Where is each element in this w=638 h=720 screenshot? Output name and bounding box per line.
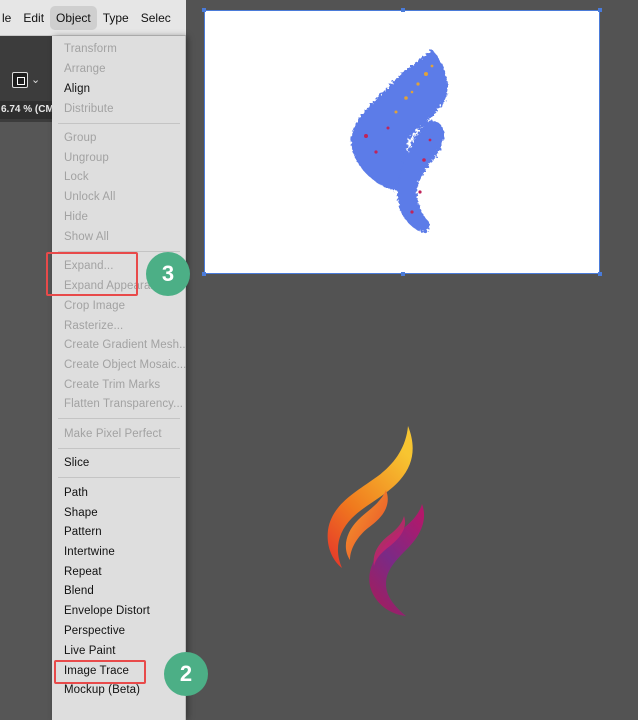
menu-item-show-all[interactable]: Show All [52,228,186,247]
artboard-handle[interactable] [202,272,206,276]
menu-item-live-paint[interactable]: Live Paint [52,642,186,661]
menu-item-arrange[interactable]: Arrange [52,60,186,79]
step-3-badge: 3 [146,252,190,296]
menu-separator [58,477,180,478]
artboard-handle[interactable] [401,272,405,276]
menu-item-intertwine[interactable]: Intertwine [52,543,186,562]
menu-item-hide[interactable]: Hide [52,208,186,227]
menu-item-crop-image[interactable]: Crop Image [52,297,186,316]
menu-file[interactable]: le [0,6,17,30]
menu-item-make-pixel-perfect[interactable]: Make Pixel Perfect [52,425,186,444]
chevron-down-icon[interactable]: ⌄ [31,73,40,86]
menu-object[interactable]: Object [50,5,97,30]
artboard-handle[interactable] [598,272,602,276]
menu-separator [58,418,180,419]
menu-item-group[interactable]: Group [52,129,186,148]
menu-item-slice[interactable]: Slice [52,454,186,473]
expand-highlight [46,252,138,296]
artboard-handle[interactable] [401,8,405,12]
menu-item-path[interactable]: Path [52,484,186,503]
menu-item-flatten-transparency[interactable]: Flatten Transparency... [52,395,186,414]
menu-separator [58,448,180,449]
menu-item-create-object-mosaic[interactable]: Create Object Mosaic... [52,356,186,375]
menu-item-rasterize[interactable]: Rasterize... [52,317,186,336]
step-2-badge: 2 [164,652,208,696]
menu-type[interactable]: Type [97,6,135,30]
menu-item-shape[interactable]: Shape [52,504,186,523]
menu-edit[interactable]: Edit [17,6,50,30]
stroke-swatch-icon[interactable] [12,72,28,88]
menu-item-lock[interactable]: Lock [52,168,186,187]
image-trace-highlight [54,660,146,684]
menu-item-perspective[interactable]: Perspective [52,622,186,641]
flame-logo-image[interactable] [316,420,436,620]
menu-select[interactable]: Selec [135,6,177,30]
menu-item-distribute[interactable]: Distribute [52,100,186,119]
menu-item-pattern[interactable]: Pattern [52,523,186,542]
artboard-handle[interactable] [202,8,206,12]
menu-item-envelope-distort[interactable]: Envelope Distort [52,602,186,621]
document-tab[interactable]: 6.74 % (CMY [0,101,60,119]
menu-separator [58,123,180,124]
menu-item-create-trim-marks[interactable]: Create Trim Marks [52,376,186,395]
menu-item-blend[interactable]: Blend [52,582,186,601]
menu-item-transform[interactable]: Transform [52,40,186,59]
traced-flame-image[interactable] [336,40,476,238]
artboard-handle[interactable] [598,8,602,12]
menu-item-unlock-all[interactable]: Unlock All [52,188,186,207]
menu-item-create-gradient-mesh[interactable]: Create Gradient Mesh... [52,336,186,355]
object-menu: Transform Arrange Align Distribute Group… [52,36,186,720]
menu-bar: le Edit Object Type Selec [0,0,186,36]
menu-item-repeat[interactable]: Repeat [52,563,186,582]
menu-item-align[interactable]: Align [52,80,186,99]
canvas-left-strip [0,122,52,720]
menu-item-ungroup[interactable]: Ungroup [52,149,186,168]
